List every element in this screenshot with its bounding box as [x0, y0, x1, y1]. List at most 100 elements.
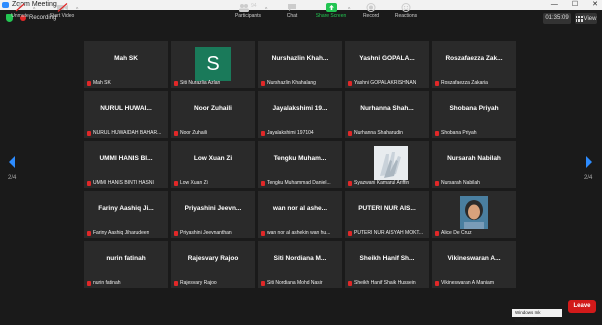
- participant-label-text: Priyashini Jeevnanthan: [180, 230, 232, 236]
- participant-tile[interactable]: Jayalakshimi 19... Jayalakshimi 197104: [258, 91, 342, 138]
- mic-muted-icon: [348, 130, 352, 136]
- participant-tile[interactable]: UMMI HANIS BI... UMMI HANIS BINTI HASNI: [84, 141, 168, 188]
- participant-label: Syazwani Kamarul Ariffin: [348, 180, 409, 186]
- mic-muted-icon: [435, 80, 439, 86]
- record-icon: [366, 3, 376, 12]
- participant-label-text: Low Xuan Zi: [180, 180, 208, 186]
- chat-icon: [287, 3, 297, 12]
- participant-tile[interactable]: Priyashini Jeevn... Priyashini Jeevnantha…: [171, 191, 255, 238]
- participant-label-text: Jayalakshimi 197104: [267, 130, 314, 136]
- mic-muted-icon: [348, 180, 352, 186]
- participant-label: Tengku Muhammad Daniel...: [261, 180, 331, 186]
- next-page-arrow[interactable]: [586, 156, 592, 168]
- record-button[interactable]: Record: [360, 0, 382, 21]
- participant-tile[interactable]: S Siti Nurazlia Azlan: [171, 41, 255, 88]
- chevron-up-icon[interactable]: ^: [265, 7, 267, 13]
- start-video-button[interactable]: Start Video: [46, 0, 78, 21]
- mic-muted-icon: [174, 180, 178, 186]
- participant-label-text: Shobana Priyah: [441, 130, 477, 136]
- participant-tile[interactable]: Yashni GOPALA... Yashni GOPALAKRISHNAN: [345, 41, 429, 88]
- leave-button[interactable]: Leave: [568, 300, 596, 313]
- maximize-button[interactable]: ☐: [572, 0, 578, 10]
- participants-button[interactable]: 94 Participants: [230, 0, 266, 21]
- participant-tile[interactable]: Syazwani Kamarul Ariffin: [345, 141, 429, 188]
- share-screen-label: Share Screen: [315, 13, 347, 19]
- participant-tile[interactable]: PUTERI NUR AIS... PUTERI NUR AISYAH MOKT.…: [345, 191, 429, 238]
- participant-name: Nursarah Nabilah: [447, 155, 501, 162]
- chat-button[interactable]: Chat: [282, 0, 302, 21]
- participant-name: Jayalakshimi 19...: [272, 105, 328, 112]
- participant-label: Jayalakshimi 197104: [261, 130, 314, 136]
- participant-tile[interactable]: Nursarah Nabilah Nursarah Nabilah: [432, 141, 516, 188]
- participant-tile[interactable]: Vikineswaran A... Vikineswaran A Maniam: [432, 241, 516, 288]
- mic-muted-icon: [174, 280, 178, 286]
- participant-label-text: Nurhanna Shaharudin: [354, 130, 403, 136]
- participant-name: Fariny Aashiq Ji...: [98, 205, 154, 212]
- participant-label-text: Syazwani Kamarul Ariffin: [354, 180, 410, 186]
- mic-muted-icon: [87, 180, 91, 186]
- participant-label: UMMI HANIS BINTI HASNI: [87, 180, 154, 186]
- participant-tile[interactable]: Low Xuan Zi Low Xuan Zi: [171, 141, 255, 188]
- participant-label: Shobana Priyah: [435, 130, 477, 136]
- mic-muted-icon: [435, 130, 439, 136]
- chevron-up-icon[interactable]: ^: [33, 7, 35, 13]
- participant-label-text: Alice De Cruz: [441, 230, 472, 236]
- participant-name: Yashni GOPALA...: [359, 55, 415, 62]
- participant-tile[interactable]: Fariny Aashiq Ji... Fariny Aashiq Jiharud…: [84, 191, 168, 238]
- minimize-button[interactable]: —: [551, 0, 558, 10]
- participant-name: Siti Nordiana M...: [273, 255, 327, 262]
- participant-label: Vikineswaran A Maniam: [435, 280, 494, 286]
- mic-muted-icon: [261, 80, 265, 86]
- participant-tile[interactable]: Sheikh Hanif Sh... Sheikh Hanif Shaik Hus…: [345, 241, 429, 288]
- mic-muted-icon: [348, 280, 352, 286]
- participant-label: Mah SK: [87, 80, 111, 86]
- share-screen-button[interactable]: Share Screen: [314, 0, 348, 21]
- participant-tile[interactable]: Rajesvary Rajoo Rajesvary Rajoo: [171, 241, 255, 288]
- participant-name: Mah SK: [114, 55, 138, 62]
- participant-tile[interactable]: nurin fatinah nurin fatinah: [84, 241, 168, 288]
- participant-label-text: Siti Nurazlia Azlan: [180, 80, 221, 86]
- participant-label: Rajesvary Rajoo: [174, 280, 217, 286]
- participant-tile[interactable]: Mah SK Mah SK: [84, 41, 168, 88]
- view-button[interactable]: View: [575, 13, 597, 24]
- close-button[interactable]: ✕: [592, 0, 598, 10]
- share-screen-icon: [326, 3, 337, 12]
- record-label: Record: [362, 13, 380, 19]
- participant-label: wan nor al ashekin wan hu...: [261, 230, 330, 236]
- participant-label-text: wan nor al ashekin wan hu...: [267, 230, 331, 236]
- participant-name: Vikineswaran A...: [447, 255, 501, 262]
- participant-tile[interactable]: Shobana Priyah Shobana Priyah: [432, 91, 516, 138]
- previous-page-arrow[interactable]: [9, 156, 15, 168]
- mic-muted-icon: [348, 230, 352, 236]
- mic-muted-icon: [174, 80, 178, 86]
- participant-name: Shobana Priyah: [449, 105, 499, 112]
- participant-label: Sheikh Hanif Shaik Hussein: [348, 280, 416, 286]
- participant-name: Roszafaezza Zak...: [445, 55, 503, 62]
- mic-muted-icon: [261, 180, 265, 186]
- participant-name: nurin fatinah: [106, 255, 146, 262]
- meeting-timer: 01:35:09: [543, 13, 571, 24]
- participant-tile[interactable]: wan nor al ashe... wan nor al ashekin wan…: [258, 191, 342, 238]
- profile-photo-face: [460, 196, 488, 229]
- participant-label-text: Nursarah Nabilah: [441, 180, 480, 186]
- chevron-up-icon[interactable]: ^: [348, 7, 350, 13]
- participant-tile[interactable]: Noor Zuhaili Noor Zuhaili: [171, 91, 255, 138]
- participant-label-text: UMMI HANIS BINTI HASNI: [93, 180, 154, 186]
- participant-tile[interactable]: Nurshazlin Khah... Nurshazlin Khahalang: [258, 41, 342, 88]
- participant-tile[interactable]: Roszafaezza Zak... Roszafaezza Zakaria: [432, 41, 516, 88]
- participant-label-text: PUTERI NUR AISYAH MOKT...: [354, 230, 424, 236]
- video-off-icon: [57, 3, 68, 12]
- mic-muted-icon: [87, 280, 91, 286]
- participant-tile[interactable]: NURUL HUWAI... NURUL HUWAIDAH BAHAR...: [84, 91, 168, 138]
- chevron-up-icon[interactable]: ^: [76, 7, 78, 13]
- participant-label: Noor Zuhaili: [174, 130, 207, 136]
- participant-tile[interactable]: Nurhanna Shah... Nurhanna Shaharudin: [345, 91, 429, 138]
- participant-label: Priyashini Jeevnanthan: [174, 230, 232, 236]
- profile-photo-hands: [374, 146, 408, 180]
- participant-name: wan nor al ashe...: [272, 205, 328, 212]
- unmute-button[interactable]: Unmute: [8, 0, 32, 21]
- participant-tile[interactable]: Alice De Cruz: [432, 191, 516, 238]
- participant-tile[interactable]: Tengku Muham... Tengku Muhammad Daniel...: [258, 141, 342, 188]
- participant-tile[interactable]: Siti Nordiana M... Siti Nordiana Mohd Nas…: [258, 241, 342, 288]
- reactions-button[interactable]: Reactions: [392, 0, 420, 21]
